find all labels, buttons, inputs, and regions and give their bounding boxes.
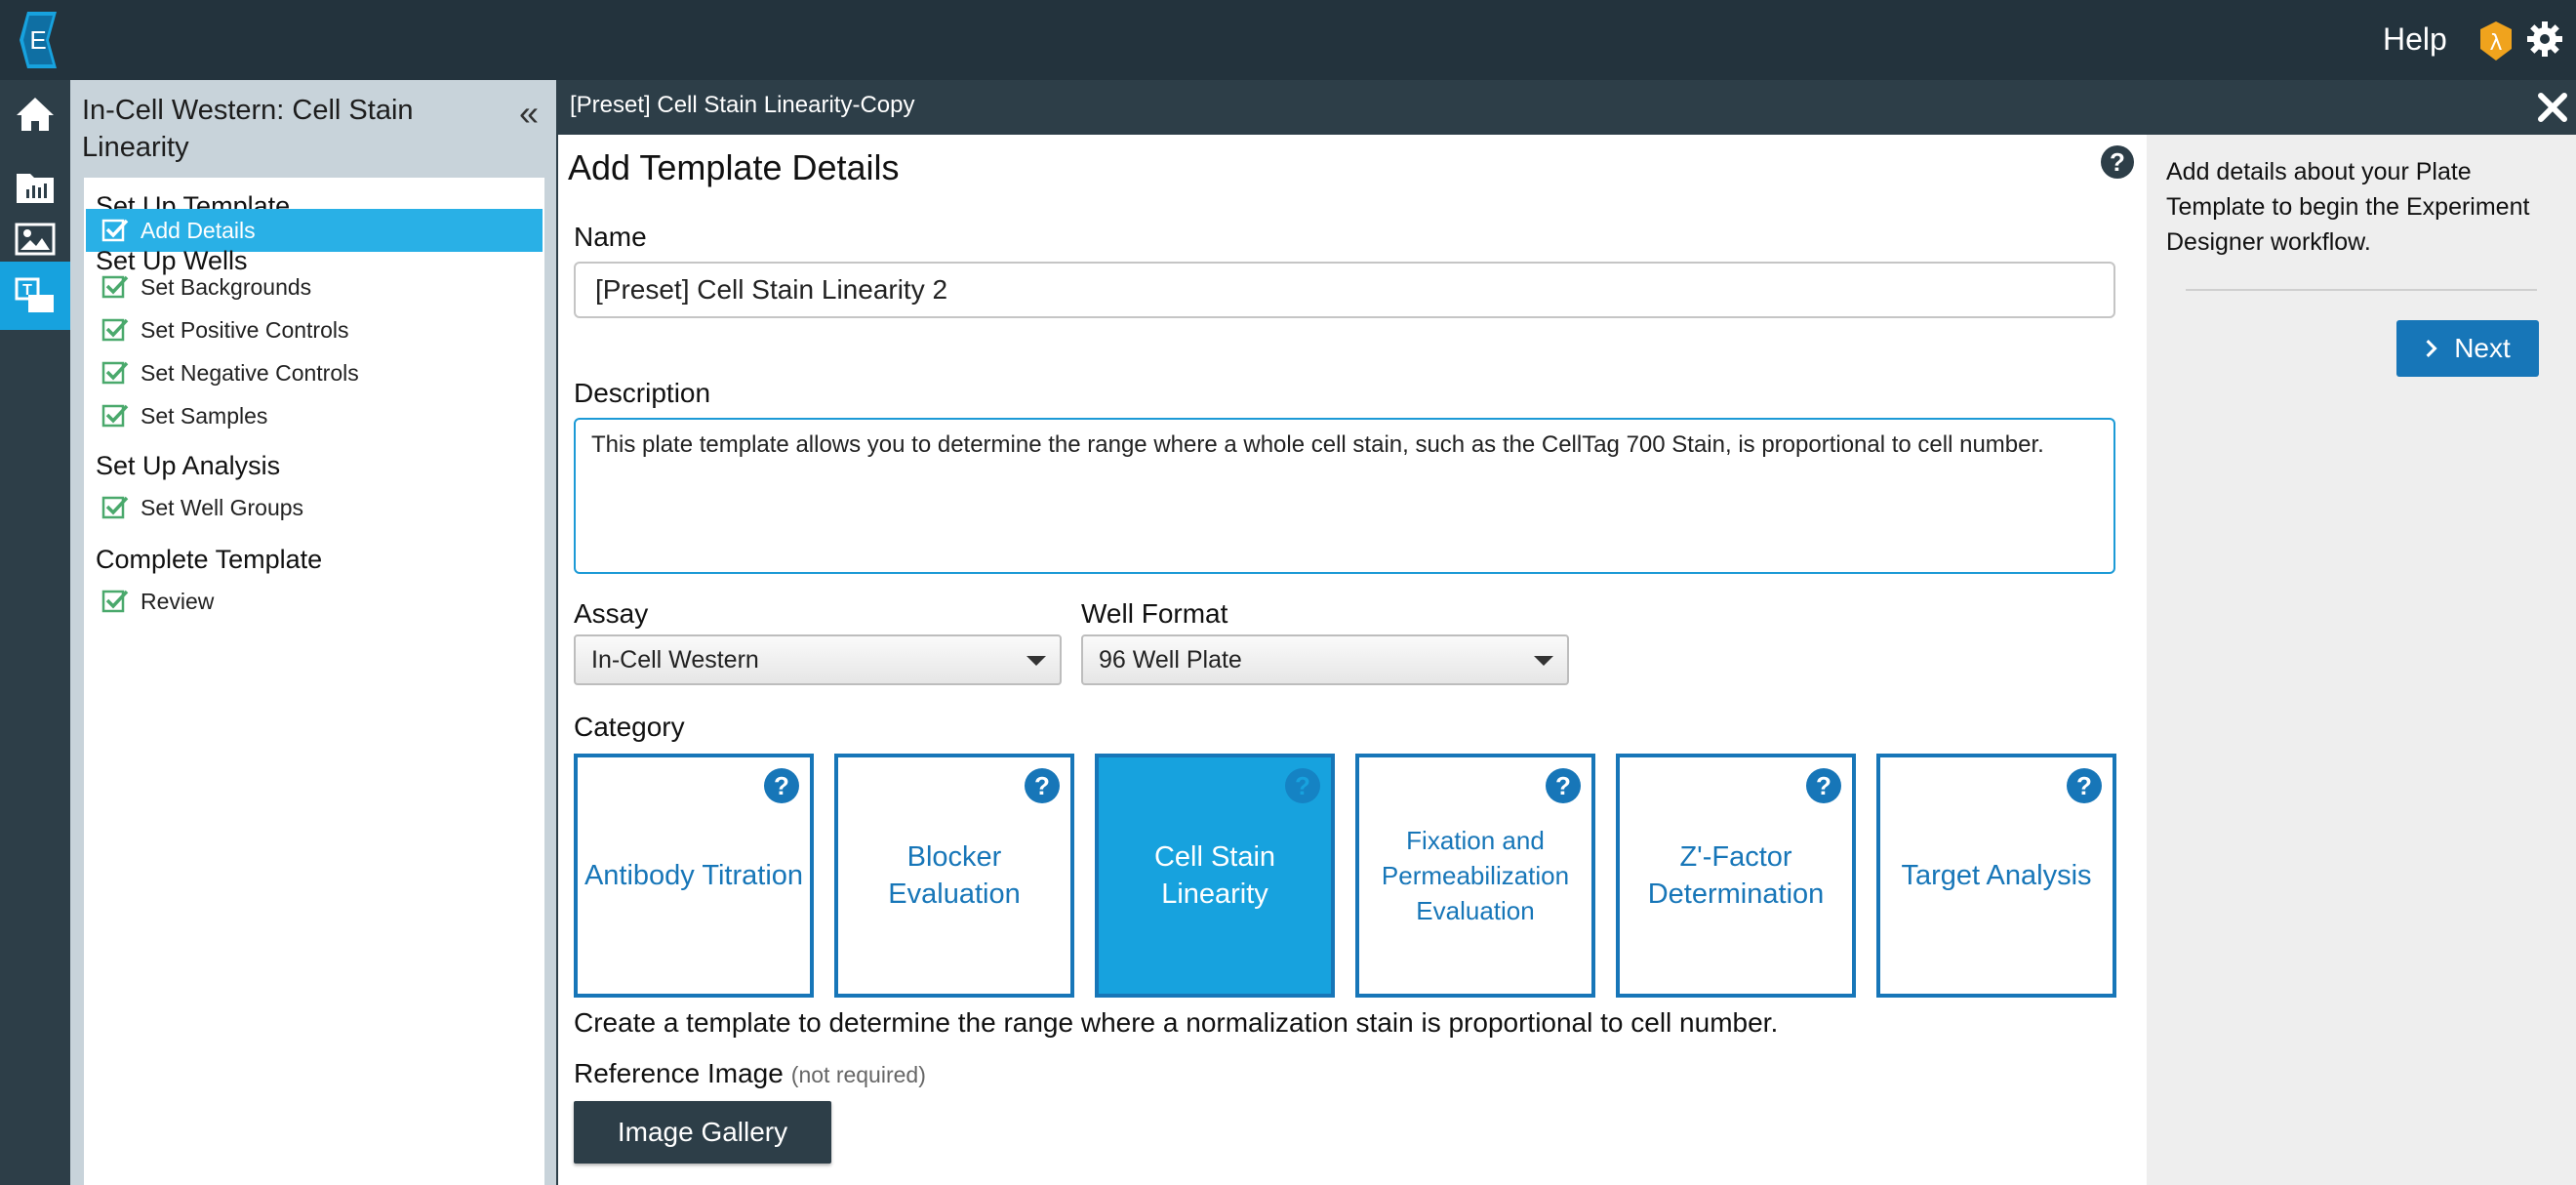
- help-icon[interactable]: ?: [2100, 144, 2135, 180]
- svg-text:?: ?: [1555, 771, 1571, 800]
- sidebar-title: In-Cell Western: Cell Stain Linearity: [82, 95, 414, 163]
- description-input[interactable]: This plate template allows you to determ…: [574, 418, 2115, 574]
- help-link[interactable]: Help: [2383, 20, 2447, 59]
- assay-select[interactable]: In-Cell Western: [574, 634, 1062, 685]
- category-card-antibody-titration[interactable]: ? Antibody Titration: [574, 754, 814, 998]
- template-icon: T: [15, 277, 54, 312]
- svg-text:?: ?: [1295, 771, 1310, 800]
- category-label-text: Fixation and Permeabilization Evaluation: [1381, 826, 1570, 925]
- close-icon[interactable]: [2535, 90, 2570, 125]
- folder-chart-icon: [17, 174, 54, 203]
- step-label: Review: [141, 588, 215, 614]
- chevron-down-icon: [1026, 656, 1046, 666]
- chevron-right-icon: [2426, 340, 2437, 357]
- category-label-text: Target Analysis: [1901, 860, 2092, 891]
- next-button[interactable]: Next: [2396, 320, 2539, 377]
- step-review[interactable]: Review: [86, 580, 543, 623]
- category-card-fixation-permeabilization[interactable]: ? Fixation and Permeabilization Evaluati…: [1355, 754, 1595, 998]
- template-steps-sidebar: In-Cell Western: Cell Stain Linearity « …: [70, 80, 556, 1185]
- step-group-complete-template: Complete Template: [96, 545, 323, 574]
- svg-text:?: ?: [774, 771, 789, 800]
- page-title: Add Template Details: [568, 147, 900, 187]
- well-format-select[interactable]: 96 Well Plate: [1081, 634, 1569, 685]
- checkbox-checked-icon: [101, 496, 129, 519]
- reference-image-label-text: Reference Image: [574, 1058, 784, 1088]
- image-gallery-button[interactable]: Image Gallery: [574, 1101, 831, 1164]
- category-card-cell-stain-linearity[interactable]: ? Cell Stain Linearity: [1095, 754, 1335, 998]
- reference-image-note: (not required): [790, 1062, 926, 1087]
- help-icon[interactable]: ?: [1024, 767, 1061, 804]
- nav-rail: T: [0, 80, 70, 1185]
- app-logo[interactable]: E: [14, 10, 62, 70]
- step-label: Set Samples: [141, 402, 268, 429]
- category-label: Category: [574, 712, 685, 742]
- category-label-text: Antibody Titration: [584, 860, 804, 891]
- nav-templates[interactable]: T: [0, 262, 70, 330]
- instructions-text: Add details about your Plate Template to…: [2166, 158, 2530, 256]
- help-icon[interactable]: ?: [763, 767, 800, 804]
- checkbox-checked-icon: [101, 219, 129, 242]
- divider: [2186, 289, 2537, 291]
- home-icon: [17, 98, 54, 131]
- reference-image-label: Reference Image (not required): [574, 1056, 926, 1092]
- svg-text:?: ?: [1034, 771, 1050, 800]
- help-icon[interactable]: ?: [2066, 767, 2103, 804]
- well-format-select-value: 96 Well Plate: [1099, 645, 1242, 674]
- instructions-panel: Add details about your Plate Template to…: [2147, 135, 2576, 1185]
- user-badge[interactable]: λ: [2478, 20, 2514, 62]
- checkbox-checked-icon: [101, 404, 129, 428]
- user-badge-glyph: λ: [2489, 31, 2502, 56]
- description-label: Description: [574, 378, 711, 408]
- name-input[interactable]: [574, 262, 2115, 318]
- nav-home[interactable]: [0, 80, 70, 148]
- step-set-backgrounds[interactable]: Set Backgrounds: [86, 266, 543, 308]
- well-format-label: Well Format: [1081, 598, 1228, 629]
- step-label: Set Backgrounds: [141, 273, 312, 300]
- help-icon[interactable]: ?: [1805, 767, 1842, 804]
- category-description: Create a template to determine the range…: [574, 1007, 1779, 1038]
- next-button-label: Next: [2454, 333, 2511, 363]
- name-label: Name: [574, 222, 647, 252]
- assay-label: Assay: [574, 598, 649, 629]
- main-form: Add Template Details ? Name Description …: [558, 135, 2147, 1185]
- step-label: Set Negative Controls: [141, 359, 359, 386]
- step-set-well-groups[interactable]: Set Well Groups: [86, 486, 543, 529]
- step-label: Set Well Groups: [141, 494, 304, 520]
- help-icon[interactable]: ?: [1284, 767, 1321, 804]
- svg-text:?: ?: [2110, 147, 2125, 177]
- logo-letter: E: [29, 25, 46, 55]
- assay-select-value: In-Cell Western: [591, 645, 759, 674]
- category-label-text: Z'-Factor Determination: [1647, 841, 1825, 910]
- category-label-text: Blocker Evaluation: [888, 841, 1021, 910]
- step-label: Set Positive Controls: [141, 316, 349, 343]
- category-label-text: Cell Stain Linearity: [1153, 841, 1276, 910]
- step-set-positive-controls[interactable]: Set Positive Controls: [86, 308, 543, 351]
- category-card-z-factor-determination[interactable]: ? Z'-Factor Determination: [1616, 754, 1856, 998]
- checkbox-checked-icon: [101, 590, 129, 613]
- step-group-setup-analysis: Set Up Analysis: [96, 451, 281, 480]
- step-set-negative-controls[interactable]: Set Negative Controls: [86, 351, 543, 394]
- svg-text:?: ?: [2076, 771, 2092, 800]
- category-card-blocker-evaluation[interactable]: ? Blocker Evaluation: [834, 754, 1074, 998]
- category-cards: ? Antibody Titration ? Blocker Evaluatio…: [574, 754, 2117, 998]
- image-icon: [15, 223, 56, 256]
- checkbox-checked-icon: [101, 361, 129, 385]
- help-icon[interactable]: ?: [1545, 767, 1582, 804]
- editor-header: [Preset] Cell Stain Linearity-Copy: [556, 80, 2576, 135]
- collapse-sidebar-button[interactable]: «: [519, 96, 539, 131]
- step-label: Add Details: [141, 217, 256, 243]
- svg-text:?: ?: [1816, 771, 1831, 800]
- settings-gear-icon[interactable]: [2525, 20, 2564, 61]
- step-list: Set Up Template Add Details Set Up Wells…: [84, 178, 544, 1185]
- step-set-samples[interactable]: Set Samples: [86, 394, 543, 437]
- category-card-target-analysis[interactable]: ? Target Analysis: [1876, 754, 2116, 998]
- checkbox-checked-icon: [101, 275, 129, 299]
- checkbox-checked-icon: [101, 318, 129, 342]
- top-bar: E Help λ: [0, 0, 2576, 80]
- template-breadcrumb: [Preset] Cell Stain Linearity-Copy: [570, 92, 915, 118]
- chevron-down-icon: [1534, 656, 1553, 666]
